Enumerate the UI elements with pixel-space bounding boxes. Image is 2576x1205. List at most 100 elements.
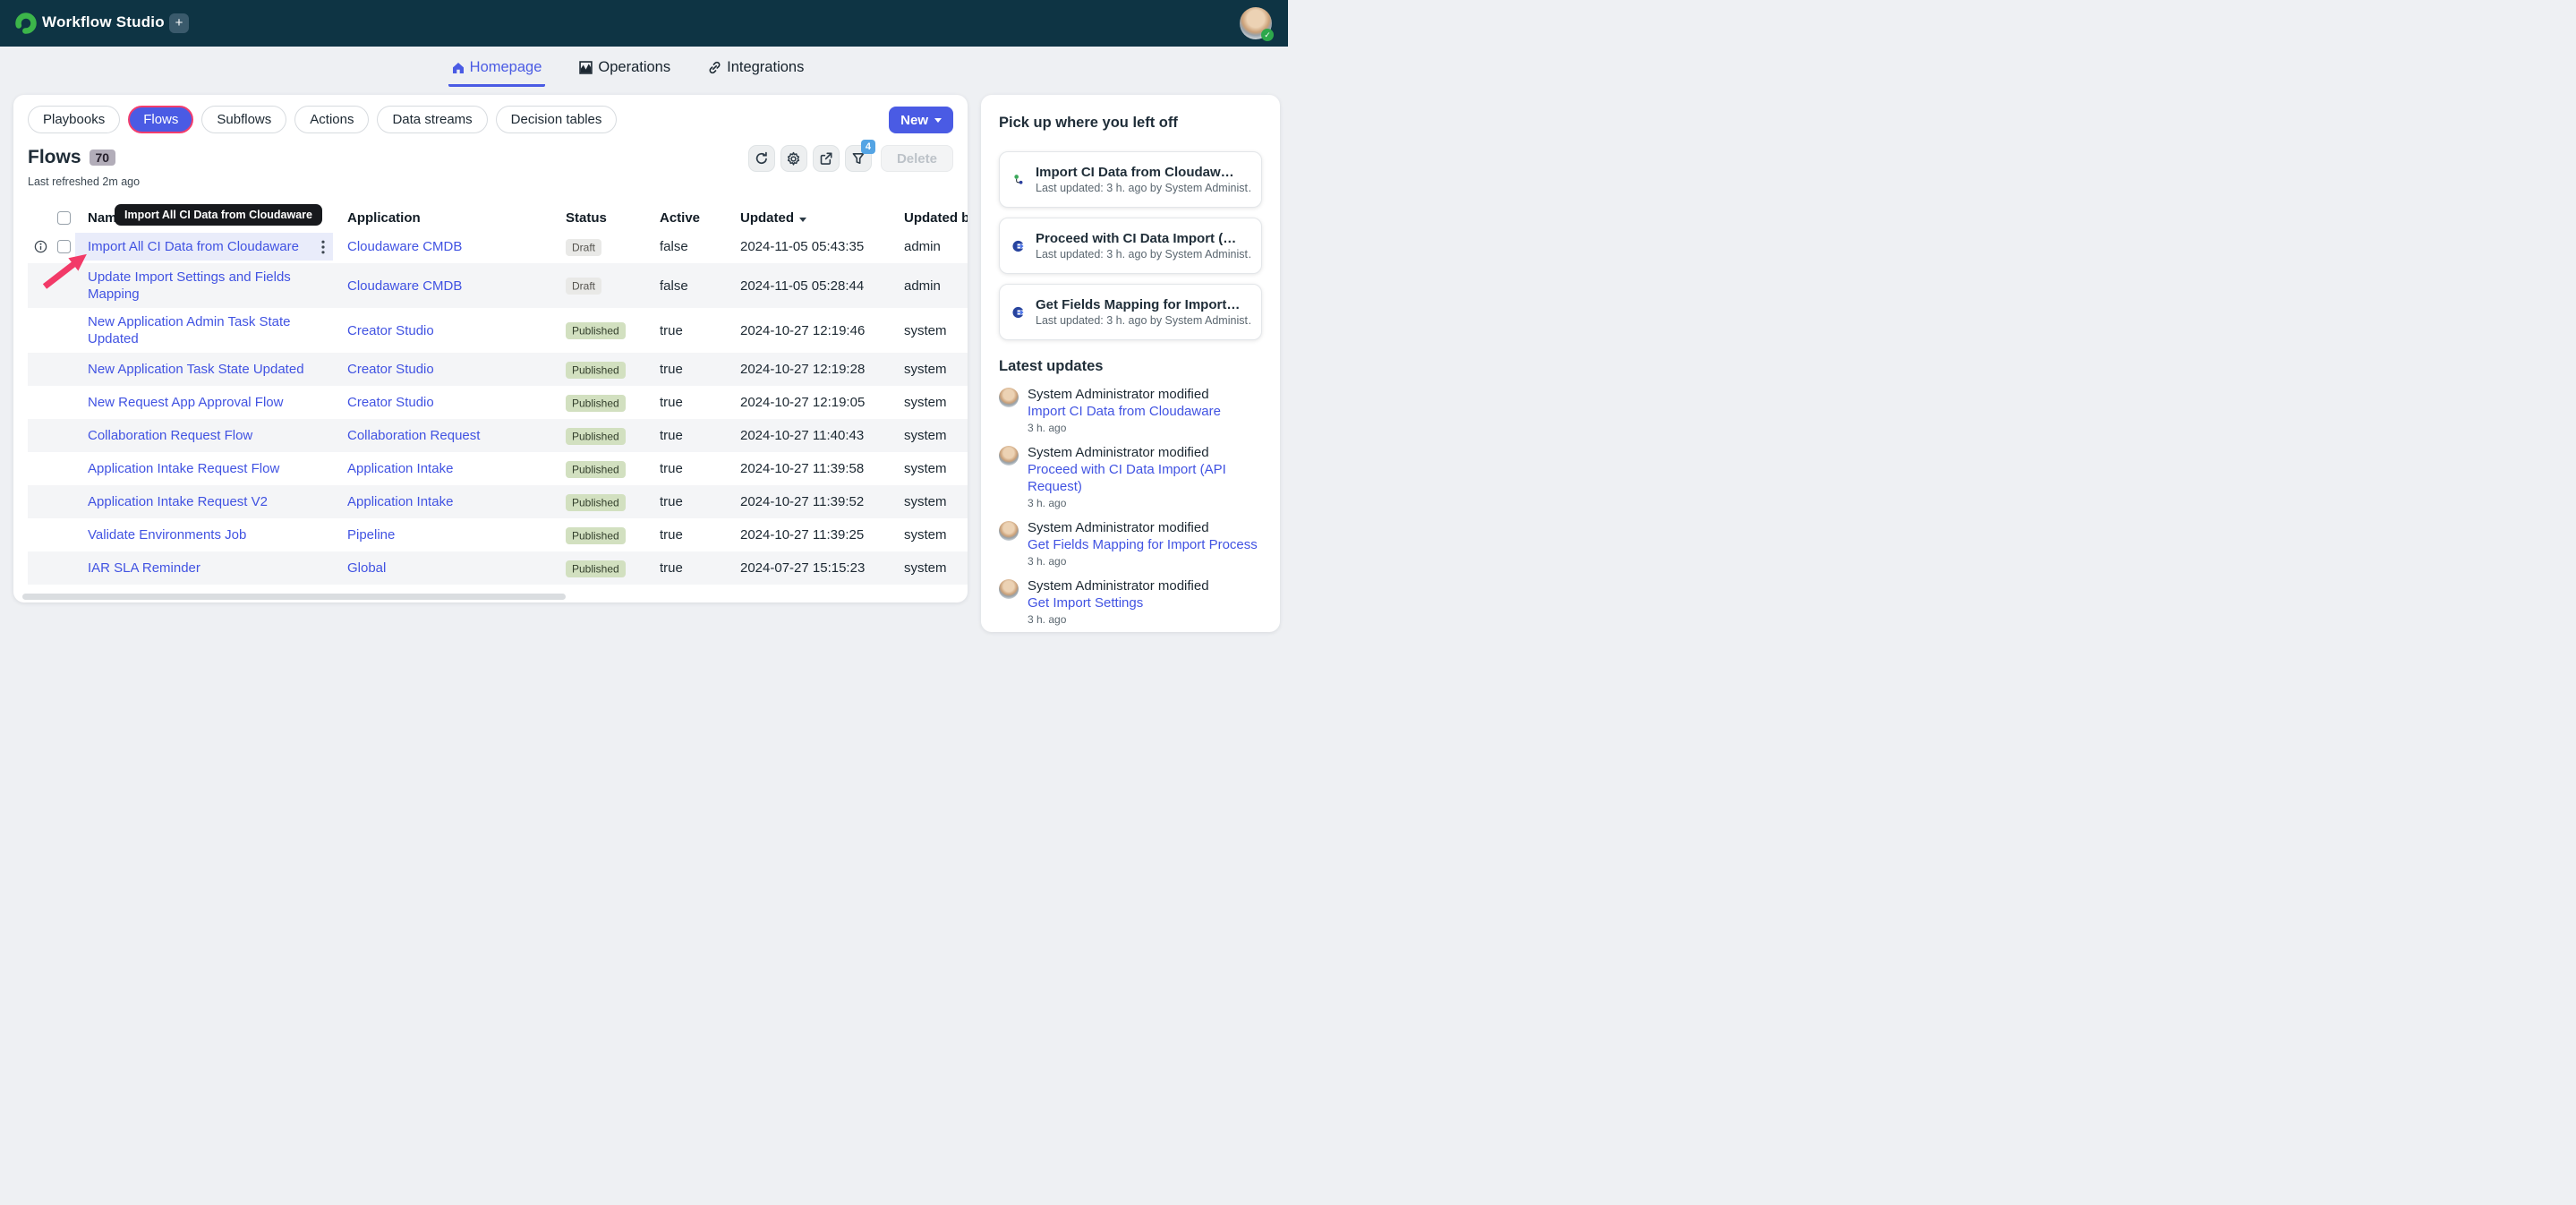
tab-operations[interactable]: Operations: [576, 56, 674, 87]
column-header-updated[interactable]: Updated: [726, 210, 890, 226]
update-timestamp: 3 h. ago: [1028, 497, 1262, 509]
active-value: true: [645, 560, 726, 576]
column-header-application[interactable]: Application: [333, 210, 551, 226]
info-icon[interactable]: [34, 240, 47, 253]
horizontal-scrollbar[interactable]: [22, 594, 959, 600]
row-checkbox[interactable]: [57, 240, 71, 253]
tab-label: Homepage: [470, 59, 542, 76]
refresh-button[interactable]: [748, 145, 775, 172]
status-badge: Published: [566, 494, 626, 511]
filter-pill[interactable]: Flows: [128, 106, 193, 133]
online-status-icon: ✓: [1261, 29, 1274, 41]
active-value: true: [645, 428, 726, 443]
flow-name-link[interactable]: Application Intake Request V2: [88, 494, 268, 509]
tab-homepage[interactable]: Homepage: [448, 56, 546, 87]
kebab-menu-icon[interactable]: [321, 240, 325, 254]
column-header-status[interactable]: Status: [551, 210, 645, 226]
right-sidebar: Pick up where you left off Import CI Dat…: [981, 95, 1280, 632]
pickup-card-title: Proceed with CI Data Import (…: [1036, 231, 1250, 246]
flow-name-link[interactable]: New Application Admin Task State Updated: [88, 314, 291, 346]
pickup-card[interactable]: Get Fields Mapping for Import… Last upda…: [999, 284, 1262, 340]
application-link[interactable]: Pipeline: [347, 527, 395, 543]
application-link[interactable]: Creator Studio: [347, 323, 434, 338]
select-all-checkbox[interactable]: [57, 211, 71, 225]
updated-by-value: system: [890, 395, 968, 410]
update-actor-text: System Administrator modified: [1028, 519, 1258, 536]
active-value: true: [645, 362, 726, 377]
share-export-icon: [819, 151, 833, 166]
flow-name-link[interactable]: New Application Task State Updated: [88, 362, 304, 377]
table-row: Collaboration Request Flow Collaboration…: [28, 419, 968, 452]
update-timestamp: 3 h. ago: [1028, 422, 1221, 434]
pickup-card-title: Import CI Data from Cloudaw…: [1036, 165, 1250, 180]
application-link[interactable]: Global: [347, 560, 386, 576]
flow-export-icon: [1012, 299, 1025, 326]
flow-name-link[interactable]: Application Intake Request Flow: [88, 461, 279, 476]
flow-name-link[interactable]: Collaboration Request Flow: [88, 428, 252, 443]
application-link[interactable]: Collaboration Request: [347, 428, 480, 443]
filter-pill[interactable]: Actions: [294, 106, 369, 133]
flows-table: Name Application Status Active Updated U…: [28, 205, 968, 585]
flow-node-icon: [1012, 167, 1025, 193]
latest-updates-list: System Administrator modified Import CI …: [999, 386, 1262, 626]
filter-pill[interactable]: Subflows: [201, 106, 286, 133]
pickup-card[interactable]: Import CI Data from Cloudaw… Last update…: [999, 151, 1262, 208]
new-button[interactable]: New: [889, 107, 953, 133]
avatar: [999, 579, 1019, 599]
table-row: IAR SLA Reminder Global Published true 2…: [28, 551, 968, 585]
application-link[interactable]: Creator Studio: [347, 362, 434, 377]
application-link[interactable]: Application Intake: [347, 461, 453, 476]
count-badge: 70: [90, 150, 116, 166]
tab-integrations[interactable]: Integrations: [704, 56, 807, 87]
active-value: true: [645, 395, 726, 410]
filter-button[interactable]: 4: [845, 145, 872, 172]
export-button[interactable]: [813, 145, 840, 172]
application-link[interactable]: Creator Studio: [347, 395, 434, 410]
status-badge: Published: [566, 527, 626, 544]
update-actor-text: System Administrator modified: [1028, 386, 1221, 403]
user-avatar[interactable]: ✓: [1240, 7, 1272, 39]
workflow-studio-logo-icon: [15, 13, 37, 34]
flow-name-link[interactable]: Update Import Settings and Fields Mappin…: [88, 269, 291, 302]
table-row: Validate Environments Job Pipeline Publi…: [28, 518, 968, 551]
update-actor-text: System Administrator modified: [1028, 577, 1209, 594]
application-link[interactable]: Cloudaware CMDB: [347, 239, 462, 254]
status-badge: Published: [566, 362, 626, 379]
updated-by-value: system: [890, 494, 968, 509]
flow-name-link[interactable]: Validate Environments Job: [88, 527, 246, 543]
table-body: Import All CI Data from Cloudaware Cloud…: [28, 230, 968, 585]
update-flow-link[interactable]: Proceed with CI Data Import (API Request…: [1028, 461, 1262, 495]
settings-button[interactable]: [780, 145, 807, 172]
active-value: true: [645, 323, 726, 338]
add-tab-button[interactable]: +: [169, 13, 189, 33]
status-badge: Published: [566, 395, 626, 412]
update-flow-link[interactable]: Get Import Settings: [1028, 594, 1209, 611]
updated-value: 2024-11-05 05:28:44: [726, 278, 890, 294]
flows-list-card: Playbooks Flows Subflows Actions Data stream…: [13, 95, 968, 602]
filter-pill[interactable]: Data streams: [377, 106, 487, 133]
delete-button[interactable]: Delete: [881, 145, 953, 172]
update-flow-link[interactable]: Get Fields Mapping for Import Process: [1028, 536, 1258, 553]
update-timestamp: 3 h. ago: [1028, 555, 1258, 568]
active-value: false: [645, 278, 726, 294]
column-header-updated-by[interactable]: Updated by: [890, 210, 968, 226]
filter-pill[interactable]: Playbooks: [28, 106, 120, 133]
name-tooltip: Import All CI Data from Cloudaware: [115, 204, 322, 226]
pickup-card[interactable]: Proceed with CI Data Import (… Last upda…: [999, 218, 1262, 274]
update-item: System Administrator modified Get Fields…: [999, 519, 1262, 568]
flow-name-link[interactable]: Import All CI Data from Cloudaware: [88, 239, 299, 254]
application-link[interactable]: Application Intake: [347, 494, 453, 509]
flow-name-link[interactable]: New Request App Approval Flow: [88, 395, 283, 410]
update-flow-link[interactable]: Import CI Data from Cloudaware: [1028, 403, 1221, 420]
column-header-active[interactable]: Active: [645, 210, 726, 226]
flow-name-link[interactable]: IAR SLA Reminder: [88, 560, 200, 576]
table-row: Update Import Settings and Fields Mappin…: [28, 263, 968, 308]
updated-value: 2024-07-27 15:15:23: [726, 560, 890, 576]
updated-by-value: system: [890, 461, 968, 476]
avatar: [999, 388, 1019, 407]
table-row: Import All CI Data from Cloudaware Cloud…: [28, 230, 968, 263]
update-item: System Administrator modified Get Import…: [999, 577, 1262, 626]
filter-pill[interactable]: Decision tables: [496, 106, 618, 133]
application-link[interactable]: Cloudaware CMDB: [347, 278, 462, 294]
updated-by-value: system: [890, 428, 968, 443]
